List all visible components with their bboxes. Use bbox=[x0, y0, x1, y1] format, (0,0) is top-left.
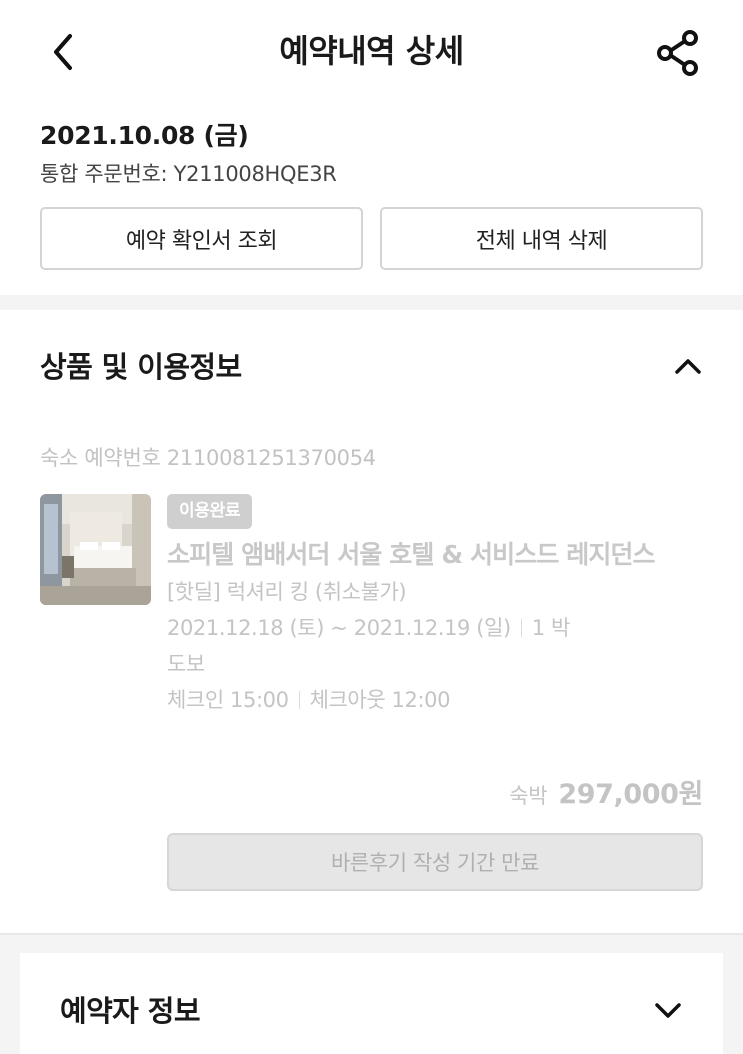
separator bbox=[520, 619, 522, 637]
hotel-name[interactable]: 소피텔 앰배서더 서울 호텔 & 서비스드 레지던스 bbox=[167, 535, 727, 571]
top-header: 예약내역 상세 bbox=[0, 0, 743, 100]
chevron-up-icon bbox=[675, 359, 701, 374]
reservation-number-label: 숙소 예약번호 bbox=[40, 446, 167, 470]
reservation-number: 숙소 예약번호 2110081251370054 bbox=[40, 442, 376, 472]
chevron-down-icon bbox=[655, 1003, 681, 1018]
view-confirmation-button[interactable]: 예약 확인서 조회 bbox=[40, 207, 363, 270]
nights-count: 1 박 bbox=[531, 616, 571, 640]
order-number-label: 통합 주문번호: bbox=[40, 162, 174, 186]
share-icon bbox=[657, 30, 698, 76]
section-divider bbox=[0, 295, 743, 310]
check-times: 체크인 15:00 체크아웃 12:00 bbox=[167, 684, 450, 714]
share-button[interactable] bbox=[652, 28, 704, 80]
status-badge: 이용완료 bbox=[167, 494, 253, 529]
checkout-time: 체크아웃 12:00 bbox=[309, 688, 451, 712]
hotel-room-photo[interactable] bbox=[40, 494, 151, 605]
page-title: 예약내역 상세 bbox=[279, 32, 464, 70]
separator bbox=[298, 691, 300, 709]
order-number-value: Y211008HQE3R bbox=[173, 162, 337, 186]
booker-info-card: 예약자 정보 bbox=[20, 953, 723, 1054]
write-review-button[interactable]: 바른후기 작성 기간 만료 bbox=[167, 833, 703, 891]
order-date: 2021.10.08 (금) bbox=[40, 121, 249, 150]
room-type: [핫딜] 럭셔리 킹 (취소불가) bbox=[167, 580, 407, 604]
product-section-title: 상품 및 이용정보 bbox=[40, 350, 242, 384]
reservation-number-value: 2110081251370054 bbox=[166, 446, 376, 470]
price-value: 297,000원 bbox=[558, 779, 703, 810]
stay-dates: 2021.12.18 (토) ~ 2021.12.19 (일) bbox=[167, 616, 511, 640]
transport-info: 도보 bbox=[167, 652, 205, 676]
collapse-product-section-button[interactable] bbox=[668, 348, 708, 384]
booker-section-title: 예약자 정보 bbox=[60, 994, 201, 1028]
price-label: 숙박 bbox=[509, 784, 548, 808]
expand-booker-section-button[interactable] bbox=[648, 993, 688, 1029]
order-number: 통합 주문번호: Y211008HQE3R bbox=[40, 158, 337, 188]
checkin-time: 체크인 15:00 bbox=[167, 688, 289, 712]
stay-period: 2021.12.18 (토) ~ 2021.12.19 (일) 1 박 bbox=[167, 612, 570, 642]
delete-all-button[interactable]: 전체 내역 삭제 bbox=[380, 207, 703, 270]
price-row: 숙박 297,000원 bbox=[509, 772, 703, 811]
